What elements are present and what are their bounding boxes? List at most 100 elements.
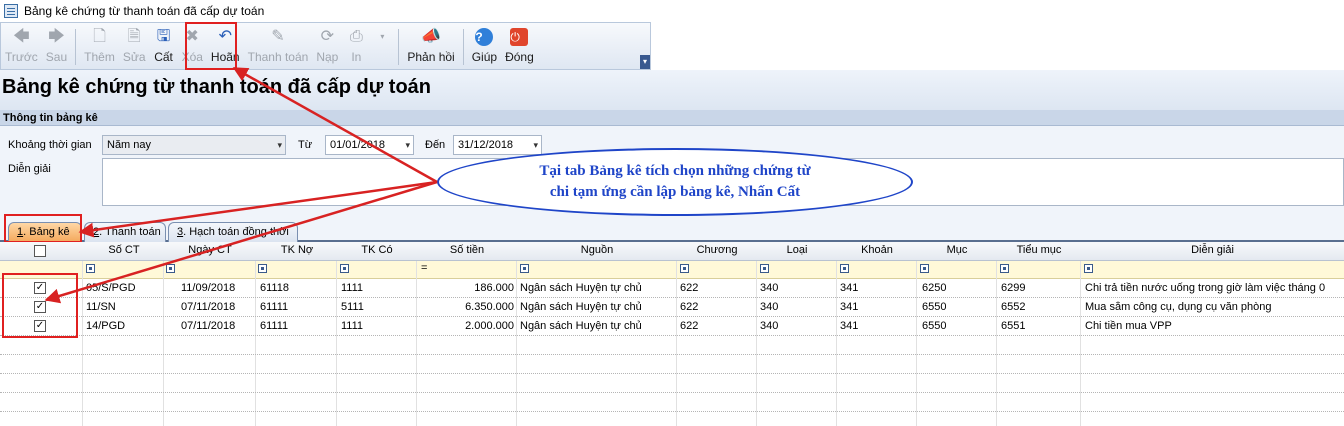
- callout-line-1: Tại tab Bảng kê tích chọn những chứng từ: [539, 163, 811, 179]
- cell-loai: 340: [760, 301, 779, 313]
- toolbar-separator: [75, 29, 77, 65]
- help-button[interactable]: ? Giúp: [468, 27, 501, 67]
- cell-dien-giai: Mua sắm công cụ, dụng cụ văn phòng: [1085, 301, 1272, 313]
- cell-chuong: 622: [680, 320, 699, 332]
- edit-button[interactable]: 🗎 Sửa: [119, 27, 150, 67]
- filter-icon[interactable]: [340, 264, 349, 273]
- power-icon: ⏻: [509, 27, 529, 47]
- previous-button[interactable]: 🡄 Trước: [1, 27, 42, 67]
- column-header[interactable]: Số tiền: [417, 244, 517, 256]
- toolbar-empty-area: [651, 22, 1344, 70]
- filter-icon[interactable]: [520, 264, 529, 273]
- arrow-right-icon: 🡆: [48, 28, 65, 45]
- from-date-input[interactable]: 01/01/2018 ▾: [325, 135, 414, 155]
- feedback-button[interactable]: 📣 Phản hồi: [403, 27, 458, 67]
- table-row[interactable]: ✓ 14/PGD 07/11/2018 61111 1111 2.000.000…: [0, 317, 1344, 336]
- filter-icon[interactable]: [1084, 264, 1093, 273]
- period-select[interactable]: Năm nay ▾: [102, 135, 286, 155]
- page-title: Bảng kê chứng từ thanh toán đã cấp dự to…: [0, 70, 1344, 110]
- help-icon: ?: [474, 27, 494, 47]
- cell-nguon: Ngân sách Huyện tự chủ: [520, 320, 642, 332]
- empty-row: [0, 336, 1344, 355]
- cell-muc: 6250: [922, 282, 947, 294]
- filter-icon[interactable]: [166, 264, 175, 273]
- chevron-down-icon: ▾: [405, 140, 410, 150]
- column-header[interactable]: Khoản: [837, 244, 917, 256]
- cell-so-ct: 11/SN: [86, 301, 116, 313]
- column-header[interactable]: Ngày CT: [165, 244, 255, 256]
- empty-row: [0, 374, 1344, 393]
- save-button[interactable]: 🖫 Cất: [150, 27, 178, 67]
- tab-hach-toan-dong-thoi[interactable]: 3. Hạch toán đồng thời: [168, 222, 298, 242]
- add-button[interactable]: 🗋 Thêm: [80, 27, 119, 67]
- save-icon: 🖫: [156, 28, 171, 45]
- cell-tk-no: 61118: [260, 282, 289, 294]
- title-bar: Bảng kê chứng từ thanh toán đã cấp dự to…: [0, 0, 1344, 22]
- cell-muc: 6550: [922, 301, 947, 313]
- column-header[interactable]: Loại: [757, 244, 837, 256]
- select-all-checkbox[interactable]: [34, 245, 46, 257]
- cell-nguon: Ngân sách Huyện tự chủ: [520, 301, 642, 313]
- column-header[interactable]: TK Nợ: [257, 244, 337, 256]
- toolbar-overflow-button[interactable]: ▾: [640, 55, 650, 69]
- filter-icon[interactable]: [258, 264, 267, 273]
- instruction-callout: Tại tab Bảng kê tích chọn những chứng từ…: [437, 148, 913, 216]
- description-label: Diễn giải: [8, 163, 51, 175]
- cell-ngay-ct: 11/09/2018: [181, 282, 236, 294]
- close-button[interactable]: ⏻ Đóng: [501, 27, 538, 67]
- filter-icon[interactable]: [760, 264, 769, 273]
- column-header[interactable]: Chương: [677, 244, 757, 256]
- cell-dien-giai: Chi trả tiền nước uống trong giờ làm việ…: [1085, 282, 1326, 294]
- column-header[interactable]: Diễn giải: [1081, 244, 1344, 256]
- cell-tieu-muc: 6552: [1001, 301, 1026, 313]
- column-header[interactable]: Tiểu mục: [997, 244, 1081, 256]
- to-label: Đến: [425, 139, 446, 151]
- payment-button[interactable]: ✎ Thanh toán: [244, 27, 313, 67]
- cell-tk-co: 1111: [341, 320, 364, 332]
- grid-filter-row: =: [0, 261, 1344, 279]
- filter-icon[interactable]: [680, 264, 689, 273]
- print-button[interactable]: ⎙ In: [342, 27, 370, 67]
- table-row[interactable]: ✓ 05/S/PGD 11/09/2018 61118 1111 186.000…: [0, 279, 1344, 298]
- period-select-value: Năm nay: [107, 139, 152, 151]
- cell-tieu-muc: 6299: [1001, 282, 1026, 294]
- cell-ngay-ct: 07/11/2018: [181, 301, 236, 313]
- callout-line-2: chi tạm ứng cần lập bảng kê, Nhấn Cất: [549, 184, 801, 200]
- tab-thanh-toan[interactable]: 2. Thanh toán: [84, 222, 166, 242]
- toolbar-separator: [462, 29, 464, 65]
- cell-khoan: 341: [840, 301, 859, 313]
- print-options-button[interactable]: ▾: [370, 27, 394, 67]
- voucher-grid: Số CT Ngày CT TK Nợ TK Có Số tiền Nguồn …: [0, 242, 1344, 426]
- to-date-input[interactable]: 31/12/2018 ▾: [453, 135, 542, 155]
- column-header[interactable]: TK Có: [337, 244, 417, 256]
- cell-tieu-muc: 6551: [1001, 320, 1026, 332]
- chevron-down-icon: ▾: [533, 140, 538, 150]
- to-date-value: 31/12/2018: [458, 139, 514, 151]
- tab-strip: 1. Bảng kê 2. Thanh toán 3. Hạch toán đồ…: [0, 216, 1344, 242]
- column-header[interactable]: Mục: [917, 244, 997, 256]
- filter-icon[interactable]: [86, 264, 95, 273]
- pen-icon: ✎: [271, 28, 285, 45]
- filter-icon[interactable]: [920, 264, 929, 273]
- save-button-highlight: [185, 22, 237, 70]
- dropdown-arrow-icon: ▾: [380, 32, 385, 41]
- reload-button[interactable]: ⟳ Nạp: [312, 27, 342, 67]
- grid-header: Số CT Ngày CT TK Nợ TK Có Số tiền Nguồn …: [0, 242, 1344, 261]
- arrow-left-icon: 🡄: [13, 28, 30, 45]
- cell-so-ct: 05/S/PGD: [86, 282, 136, 294]
- filter-equals[interactable]: =: [421, 262, 427, 274]
- add-document-icon: 🗋: [93, 28, 106, 45]
- table-row[interactable]: ✓ 11/SN 07/11/2018 61111 5111 6.350.000 …: [0, 298, 1344, 317]
- cell-tk-no: 61111: [260, 301, 289, 313]
- filter-icon[interactable]: [840, 264, 849, 273]
- column-header[interactable]: Nguồn: [517, 244, 677, 256]
- cell-nguon: Ngân sách Huyện tự chủ: [520, 282, 642, 294]
- tab-highlight: [4, 214, 82, 243]
- column-header[interactable]: Số CT: [85, 244, 163, 256]
- cell-muc: 6550: [922, 320, 947, 332]
- from-label: Từ: [298, 139, 313, 151]
- filter-icon[interactable]: [1000, 264, 1009, 273]
- cell-chuong: 622: [680, 301, 699, 313]
- next-button[interactable]: 🡆 Sau: [42, 27, 71, 67]
- window-title: Bảng kê chứng từ thanh toán đã cấp dự to…: [24, 4, 265, 18]
